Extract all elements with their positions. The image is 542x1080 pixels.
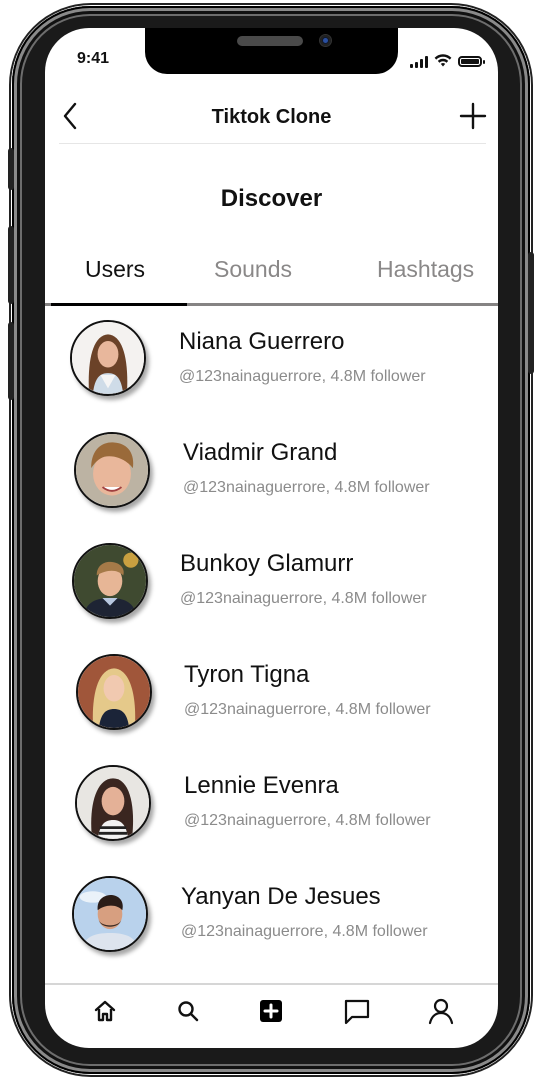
phone-screen: 9:41 Tiktok Clone Discover Users Sounds … <box>45 28 498 1048</box>
user-handle-followers: @123nainaguerrore, 4.8M follower <box>180 590 427 607</box>
notch <box>145 28 398 74</box>
volume-down-button <box>8 322 14 400</box>
user-name: Niana Guerrero <box>179 328 345 355</box>
plus-icon <box>459 102 487 134</box>
nav-profile-button[interactable] <box>421 996 461 1030</box>
avatar <box>70 320 146 396</box>
status-time: 9:41 <box>77 50 110 67</box>
user-row[interactable]: Niana Guerrero @123nainaguerrore, 4.8M f… <box>45 318 498 418</box>
discover-tabs: Users Sounds Hashtags <box>45 250 498 308</box>
user-handle-followers: @123nainaguerrore, 4.8M follower <box>179 368 426 385</box>
nav-home-button[interactable] <box>85 996 125 1030</box>
chat-icon <box>343 997 371 1029</box>
tab-active-indicator <box>51 303 187 306</box>
nav-search-button[interactable] <box>168 996 208 1030</box>
mute-switch <box>8 148 14 190</box>
app-title: Tiktok Clone <box>211 106 332 128</box>
header-divider <box>59 143 486 144</box>
avatar <box>72 876 148 952</box>
avatar <box>72 543 148 619</box>
tab-hashtags[interactable]: Hashtags <box>377 256 474 283</box>
power-button <box>528 252 534 374</box>
plus-square-icon <box>259 999 283 1027</box>
speaker-grille <box>237 36 303 46</box>
tab-sounds[interactable]: Sounds <box>214 256 292 283</box>
user-handle-followers: @123nainaguerrore, 4.8M follower <box>183 479 430 496</box>
user-name: Viadmir Grand <box>183 439 338 466</box>
status-icons <box>410 52 485 71</box>
user-name: Tyron Tigna <box>184 661 310 688</box>
signal-icon <box>410 55 428 68</box>
nav-messages-button[interactable] <box>337 996 377 1030</box>
bottom-navigation <box>45 988 498 1038</box>
user-icon <box>427 997 455 1029</box>
nav-create-button[interactable] <box>251 996 291 1030</box>
avatar <box>74 432 150 508</box>
user-name: Bunkoy Glamurr <box>180 550 354 577</box>
user-row[interactable]: Yanyan De Jesues @123nainaguerrore, 4.8M… <box>45 873 498 973</box>
user-handle-followers: @123nainaguerrore, 4.8M follower <box>184 812 431 829</box>
wifi-icon <box>434 52 452 71</box>
search-icon <box>176 999 200 1027</box>
add-button[interactable] <box>456 100 490 136</box>
page-title: Discover <box>220 185 323 212</box>
battery-icon <box>458 56 485 67</box>
home-icon <box>93 999 117 1027</box>
user-name: Yanyan De Jesues <box>181 883 381 910</box>
volume-up-button <box>8 226 14 304</box>
navigation-bar: Tiktok Clone <box>45 96 498 144</box>
bottom-nav-divider <box>45 983 498 985</box>
avatar <box>76 654 152 730</box>
user-row[interactable]: Lennie Evenra @123nainaguerrore, 4.8M fo… <box>45 762 498 862</box>
tab-users[interactable]: Users <box>85 256 145 283</box>
user-row[interactable]: Bunkoy Glamurr @123nainaguerrore, 4.8M f… <box>45 540 498 640</box>
front-camera <box>320 35 331 46</box>
user-row[interactable]: Viadmir Grand @123nainaguerrore, 4.8M fo… <box>45 429 498 529</box>
user-handle-followers: @123nainaguerrore, 4.8M follower <box>184 701 431 718</box>
avatar <box>75 765 151 841</box>
user-name: Lennie Evenra <box>184 772 339 799</box>
user-row[interactable]: Tyron Tigna @123nainaguerrore, 4.8M foll… <box>45 651 498 751</box>
user-handle-followers: @123nainaguerrore, 4.8M follower <box>181 923 428 940</box>
